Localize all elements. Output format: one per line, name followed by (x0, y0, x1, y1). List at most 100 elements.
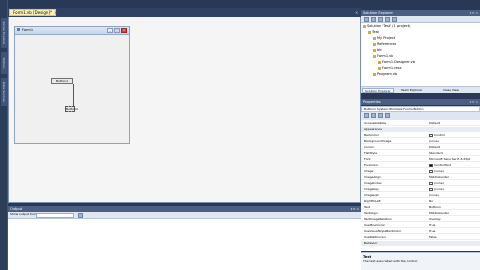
output-source-label: Show output from: (10, 213, 38, 216)
categorized-icon[interactable] (364, 113, 369, 118)
property-value-text: True (429, 223, 436, 227)
tree-item-label: My Project (377, 36, 396, 40)
tab-form1-design[interactable]: Form1.vb [Design]* (9, 9, 57, 16)
property-value[interactable]: Default (429, 145, 477, 149)
property-row[interactable]: Text Button1 (361, 205, 480, 210)
designed-form[interactable]: Form1 _ □ × Button1 Button2 (14, 26, 130, 144)
tree-item[interactable]: References (373, 42, 396, 46)
tree-item[interactable]: Solution 'Test' (1 project) (363, 24, 411, 28)
property-row[interactable]: Font Microsoft Sans Serif, 8.25pt (361, 157, 480, 162)
vertical-tab-label: Data Sources (2, 82, 6, 102)
form-icon (17, 28, 20, 31)
tree-item[interactable]: bin (373, 48, 382, 52)
close-icon[interactable]: × (121, 28, 127, 33)
property-row[interactable]: UseWaitCursor False (361, 235, 480, 240)
tree-item[interactable]: My Project (373, 36, 395, 40)
tab-class-view[interactable]: Class View (441, 88, 461, 93)
property-value[interactable]: Standard (429, 151, 477, 155)
close-tab-icon[interactable]: × (54, 10, 57, 15)
color-swatch (429, 181, 433, 185)
property-row[interactable]: Image (none) (361, 169, 480, 174)
tab-solution-explorer[interactable]: Solution Explorer (362, 88, 394, 93)
output-toolbar: Show output from: (8, 212, 361, 219)
property-value[interactable]: Default (429, 121, 477, 125)
show-all-files-icon[interactable] (371, 17, 376, 22)
vertical-tab-data-sources[interactable]: Data Sources (1, 78, 7, 106)
property-value[interactable]: True (429, 223, 477, 227)
property-name: ForeColor (364, 163, 379, 167)
property-value[interactable]: Overlay (429, 217, 477, 221)
property-value[interactable]: Control (429, 133, 477, 137)
property-value[interactable]: ControlText (429, 163, 477, 167)
property-value[interactable]: False (429, 235, 477, 239)
description-text: The text associated with the control. (363, 260, 418, 263)
property-row[interactable]: BackColor Control (361, 133, 480, 138)
property-category[interactable]: Behavior (361, 241, 480, 246)
properties-view-icon[interactable] (378, 113, 383, 118)
property-value[interactable]: (none) (429, 169, 477, 173)
form-title-bar[interactable]: Form1 _ □ × (15, 27, 129, 35)
properties-icon[interactable] (364, 17, 369, 22)
output-text-area[interactable] (8, 219, 361, 270)
tree-item-label: bin (377, 48, 383, 52)
property-value[interactable]: (none) (429, 193, 477, 197)
property-row[interactable]: ImageAlign MiddleCenter (361, 175, 480, 180)
color-swatch (429, 133, 433, 137)
output-source-dropdown[interactable] (36, 213, 74, 218)
view-code-icon[interactable] (385, 17, 390, 22)
property-row[interactable]: RightToLeft No (361, 199, 480, 204)
form-title: Form1 (22, 28, 34, 32)
property-name: AccessibleRole (364, 121, 387, 125)
tree-item[interactable]: Form1.vb (373, 54, 393, 58)
property-row[interactable]: ImageKey (none) (361, 187, 480, 192)
property-value[interactable]: Microsoft Sans Serif, 8.25pt (429, 157, 477, 161)
vertical-tab-toolbox[interactable]: Toolbox (1, 52, 7, 74)
property-value[interactable]: MiddleCenter (429, 211, 477, 215)
property-row[interactable]: ImageIndex (none) (361, 181, 480, 186)
minimize-icon[interactable]: _ (107, 28, 113, 33)
tree-item[interactable]: Form1.resx (378, 66, 402, 70)
tab-team-explorer[interactable]: Team Explorer (399, 88, 424, 93)
tree-item[interactable]: Program.vb (373, 72, 397, 76)
events-icon[interactable] (385, 113, 390, 118)
close-document-icon[interactable]: × (355, 10, 358, 15)
tree-item[interactable]: Test (368, 30, 379, 34)
tree-item-label: Test (372, 30, 379, 34)
view-designer-icon[interactable] (392, 17, 397, 22)
alphabetical-icon[interactable] (371, 113, 376, 118)
property-row[interactable]: UseMnemonic True (361, 223, 480, 228)
property-category[interactable]: Appearance (361, 127, 480, 132)
property-row[interactable]: FlatStyle Standard (361, 151, 480, 156)
property-row[interactable]: ImageList (none) (361, 193, 480, 198)
property-row[interactable]: TextImageRelation Overlay (361, 217, 480, 222)
property-value[interactable]: No (429, 199, 477, 203)
form-client-area[interactable]: Button1 Button2 (16, 36, 128, 142)
output-title: Output (10, 207, 23, 211)
vertical-tab-server-explorer[interactable]: Server Explorer (1, 18, 7, 48)
property-value[interactable]: True (429, 229, 477, 233)
property-row[interactable]: ForeColor ControlText (361, 163, 480, 168)
clear-output-icon[interactable] (78, 213, 83, 218)
tree-item-label: References (377, 42, 397, 46)
property-value[interactable]: Button1 (429, 205, 477, 209)
tree-item-label: Form1.vb (377, 54, 394, 58)
property-row[interactable]: BackgroundImage (none) (361, 139, 480, 144)
property-value[interactable]: (none) (429, 187, 477, 191)
property-value[interactable]: (none) (429, 181, 477, 185)
property-row[interactable]: AccessibleRole Default (361, 121, 480, 126)
button1-control[interactable]: Button1 (51, 78, 73, 84)
tree-item[interactable]: Form1.Designer.vb (378, 60, 415, 64)
refresh-icon[interactable] (378, 17, 383, 22)
property-value[interactable]: (none) (429, 139, 477, 143)
property-row[interactable]: TextAlign MiddleCenter (361, 211, 480, 216)
tab-label: Form1.vb [Design]* (13, 10, 53, 15)
property-value-text: (none) (429, 193, 439, 197)
property-row[interactable]: Cursor Default (361, 145, 480, 150)
property-row[interactable]: UseVisualStyleBackColor True (361, 229, 480, 234)
snapline (73, 84, 74, 106)
property-value[interactable]: MiddleCenter (429, 175, 477, 179)
panel-controls-icon[interactable]: ▾ ⊓ × (470, 99, 478, 105)
solution-explorer-toolbar (361, 16, 480, 23)
button2-control[interactable]: Button2 (65, 106, 78, 112)
maximize-icon[interactable]: □ (114, 28, 120, 33)
